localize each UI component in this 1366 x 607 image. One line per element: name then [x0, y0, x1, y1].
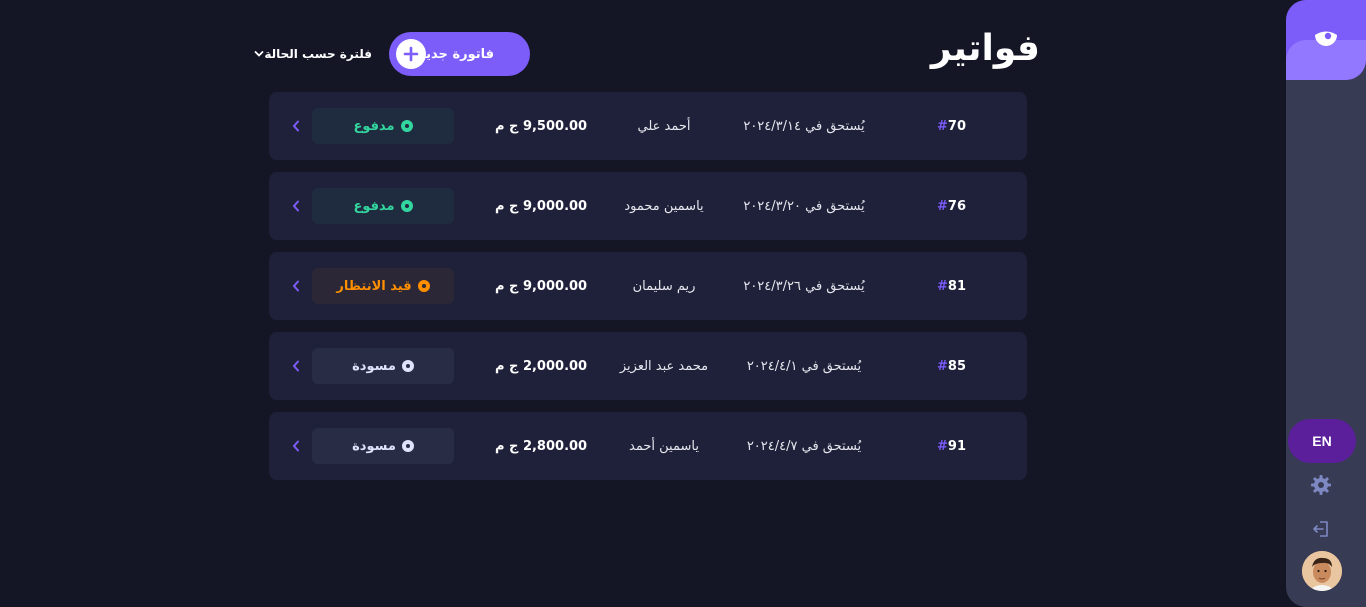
- invoice-client-name: ريم سليمان: [632, 278, 696, 294]
- status-label: قيد الانتظار: [336, 278, 412, 294]
- status-label: مسودة: [352, 438, 396, 454]
- avatar[interactable]: [1302, 551, 1342, 591]
- invoice-id: #85: [937, 332, 997, 400]
- invoice-due-date: يُستحق في ٢٠٢٤/٣/٢٦: [743, 278, 865, 294]
- page-title: فواتير: [930, 28, 1040, 69]
- invoice-status: قيد الانتظار: [312, 252, 454, 320]
- invoice-status: مسودة: [312, 412, 454, 480]
- invoice-list: #70 يُستحق في ٢٠٢٤/٣/١٤ أحمد علي 9,500.0…: [269, 92, 1027, 492]
- invoice-row[interactable]: #81 يُستحق في ٢٠٢٤/٣/٢٦ ريم سليمان 9,000…: [269, 252, 1027, 320]
- status-badge: مسودة: [312, 348, 454, 384]
- chevron-left-icon[interactable]: [289, 332, 303, 400]
- logout-icon[interactable]: [1311, 519, 1331, 539]
- invoice-due-date: يُستحق في ٢٠٢٤/٤/٧: [746, 438, 862, 454]
- invoice-client-name: محمد عبد العزيز: [619, 358, 709, 374]
- invoice-due-date: يُستحق في ٢٠٢٤/٣/٢٠: [743, 198, 865, 214]
- status-badge: مسودة: [312, 428, 454, 464]
- hash-symbol: #: [937, 438, 948, 454]
- invoice-id: #70: [937, 92, 997, 160]
- new-invoice-button[interactable]: فاتورة جديدة: [389, 32, 530, 76]
- invoice-id: #81: [937, 252, 997, 320]
- invoice-number: 91: [947, 438, 966, 454]
- invoice-row[interactable]: #76 يُستحق في ٢٠٢٤/٣/٢٠ ياسمين محمود 9,0…: [269, 172, 1027, 240]
- status-dot-icon: [401, 440, 414, 452]
- status-label: مدفوع: [353, 198, 395, 214]
- hash-symbol: #: [937, 358, 948, 374]
- chevron-left-icon[interactable]: [289, 92, 303, 160]
- filter-label: فلترة حسب الحالة: [264, 47, 372, 61]
- hash-symbol: #: [937, 118, 948, 134]
- status-dot-icon: [401, 360, 414, 372]
- chevron-down-icon: [254, 47, 264, 61]
- invoice-row[interactable]: #85 يُستحق في ٢٠٢٤/٤/١ محمد عبد العزيز 2…: [269, 332, 1027, 400]
- invoice-due-date: يُستحق في ٢٠٢٤/٤/١: [746, 358, 862, 374]
- invoice-number: 76: [947, 198, 966, 214]
- invoice-id: #76: [937, 172, 997, 240]
- status-filter[interactable]: فلترة حسب الحالة: [254, 45, 372, 63]
- status-badge: مدفوع: [312, 188, 454, 224]
- invoice-status: مسودة: [312, 332, 454, 400]
- status-dot-icon: [400, 120, 413, 132]
- sidebar: EN: [1286, 0, 1366, 607]
- invoice-amount: 2,000.00 ج م: [495, 358, 588, 374]
- status-dot-icon: [417, 280, 430, 292]
- invoice-amount: 2,800.00 ج م: [495, 438, 588, 454]
- gear-icon[interactable]: [1310, 474, 1332, 496]
- logo-icon: [1315, 31, 1337, 46]
- invoice-amount: 9,000.00 ج م: [495, 198, 588, 214]
- status-badge: مدفوع: [312, 108, 454, 144]
- invoice-amount: 9,500.00 ج م: [495, 118, 588, 134]
- invoice-row[interactable]: #70 يُستحق في ٢٠٢٤/٣/١٤ أحمد علي 9,500.0…: [269, 92, 1027, 160]
- chevron-left-icon[interactable]: [289, 252, 303, 320]
- invoice-number: 81: [947, 278, 966, 294]
- hash-symbol: #: [937, 278, 948, 294]
- invoice-due-date: يُستحق في ٢٠٢٤/٣/١٤: [743, 118, 865, 134]
- hash-symbol: #: [937, 198, 948, 214]
- invoice-amount: 9,000.00 ج م: [495, 278, 588, 294]
- invoice-client-name: ياسمين محمود: [624, 198, 704, 214]
- invoice-client-name: ياسمين أحمد: [629, 438, 699, 454]
- status-badge: قيد الانتظار: [312, 268, 454, 304]
- invoice-row[interactable]: #91 يُستحق في ٢٠٢٤/٤/٧ ياسمين أحمد 2,800…: [269, 412, 1027, 480]
- invoice-number: 70: [947, 118, 966, 134]
- language-toggle-button[interactable]: EN: [1288, 419, 1356, 463]
- invoice-id: #91: [937, 412, 997, 480]
- chevron-left-icon[interactable]: [289, 412, 303, 480]
- status-dot-icon: [400, 200, 413, 212]
- plus-icon: [396, 39, 426, 69]
- chevron-left-icon[interactable]: [289, 172, 303, 240]
- invoice-client-name: أحمد علي: [637, 118, 691, 134]
- status-label: مدفوع: [353, 118, 395, 134]
- invoice-number: 85: [947, 358, 966, 374]
- invoice-status: مدفوع: [312, 92, 454, 160]
- status-label: مسودة: [352, 358, 396, 374]
- logo[interactable]: [1286, 0, 1366, 80]
- invoice-status: مدفوع: [312, 172, 454, 240]
